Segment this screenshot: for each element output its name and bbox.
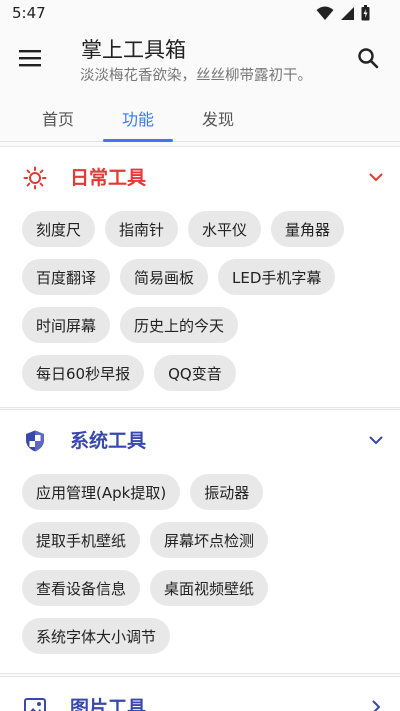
tool-chip-compass[interactable]: 指南针 (105, 211, 179, 247)
status-time: 5:47 (12, 4, 46, 22)
chip-row: 时间屏幕 历史上的今天 (22, 307, 382, 343)
tool-chip-video-wallpaper[interactable]: 桌面视频壁纸 (150, 570, 269, 606)
tab-discover[interactable]: 发现 (198, 94, 238, 142)
section-header[interactable]: 图片工具 (0, 677, 400, 711)
status-bar: 5:47 (0, 0, 400, 26)
section-system-tools: 系统工具 应用管理(Apk提取) 振动器 提取手机壁纸 屏幕坏点检测 查看设备信… (0, 409, 400, 674)
tool-chip-font-size[interactable]: 系统字体大小调节 (22, 618, 171, 654)
tool-chip-baidu-translate[interactable]: 百度翻译 (22, 259, 111, 295)
tab-functions[interactable]: 功能 (118, 94, 158, 142)
shield-icon (22, 428, 48, 454)
chip-row: 提取手机壁纸 屏幕坏点检测 (22, 522, 382, 558)
tab-indicator (103, 139, 173, 142)
app-subtitle: 淡淡梅花香欲染，丝丝柳带露初干。 (80, 68, 312, 84)
app-title: 掌上工具箱 (81, 38, 186, 62)
chip-row: 百度翻译 简易画板 LED手机字幕 (22, 259, 382, 295)
tool-chip-qq-voice[interactable]: QQ变音 (154, 355, 236, 391)
tab-bar: 首页 功能 发现 (0, 94, 400, 142)
wifi-icon (316, 6, 334, 25)
section-header[interactable]: 日常工具 (0, 147, 400, 207)
tool-chip-extract-wallpaper[interactable]: 提取手机壁纸 (22, 522, 141, 558)
section-header[interactable]: 系统工具 (0, 410, 400, 470)
status-icons (316, 5, 370, 25)
chip-row: 刻度尺 指南针 水平仪 量角器 (22, 211, 382, 247)
menu-button[interactable] (12, 42, 48, 78)
chip-row: 应用管理(Apk提取) 振动器 (22, 474, 382, 510)
chevron-down-icon[interactable] (366, 430, 386, 450)
signal-icon (340, 6, 355, 25)
tool-chip-time-screen[interactable]: 时间屏幕 (22, 307, 111, 343)
app-bar: 掌上工具箱 淡淡梅花香欲染，丝丝柳带露初干。 (0, 26, 400, 94)
image-icon (22, 695, 48, 711)
tool-chip-level[interactable]: 水平仪 (188, 211, 262, 247)
search-button[interactable] (350, 42, 386, 78)
section-image-tools: 图片工具 (0, 676, 400, 711)
battery-icon (361, 5, 370, 25)
menu-icon (19, 49, 41, 71)
tool-chip-device-info[interactable]: 查看设备信息 (22, 570, 141, 606)
tool-list: 应用管理(Apk提取) 振动器 提取手机壁纸 屏幕坏点检测 查看设备信息 桌面视… (22, 474, 382, 666)
chevron-down-icon[interactable] (366, 167, 386, 187)
tool-chip-drawing-board[interactable]: 简易画板 (120, 259, 209, 295)
tool-list: 刻度尺 指南针 水平仪 量角器 百度翻译 简易画板 LED手机字幕 时间屏幕 历… (22, 211, 382, 403)
chevron-right-icon[interactable] (366, 697, 386, 711)
section-title: 系统工具 (70, 430, 147, 452)
tab-home[interactable]: 首页 (38, 94, 78, 142)
tool-chip-vibrator[interactable]: 振动器 (190, 474, 264, 510)
tool-chip-led-subtitle[interactable]: LED手机字幕 (218, 259, 336, 295)
search-icon (357, 47, 379, 73)
chip-row: 查看设备信息 桌面视频壁纸 (22, 570, 382, 606)
sun-icon (22, 165, 48, 191)
section-daily-tools: 日常工具 刻度尺 指南针 水平仪 量角器 百度翻译 简易画板 LED手机字幕 时… (0, 146, 400, 408)
tool-chip-ruler[interactable]: 刻度尺 (22, 211, 96, 247)
chip-row: 系统字体大小调节 (22, 618, 382, 654)
section-title: 图片工具 (70, 697, 147, 711)
chip-row: 每日60秒早报 QQ变音 (22, 355, 382, 391)
tool-chip-dead-pixel-test[interactable]: 屏幕坏点检测 (150, 522, 269, 558)
tool-chip-daily-news[interactable]: 每日60秒早报 (22, 355, 145, 391)
tool-chip-history-today[interactable]: 历史上的今天 (120, 307, 239, 343)
tool-chip-protractor[interactable]: 量角器 (271, 211, 345, 247)
tool-chip-app-manager[interactable]: 应用管理(Apk提取) (22, 474, 181, 510)
section-title: 日常工具 (70, 167, 147, 189)
